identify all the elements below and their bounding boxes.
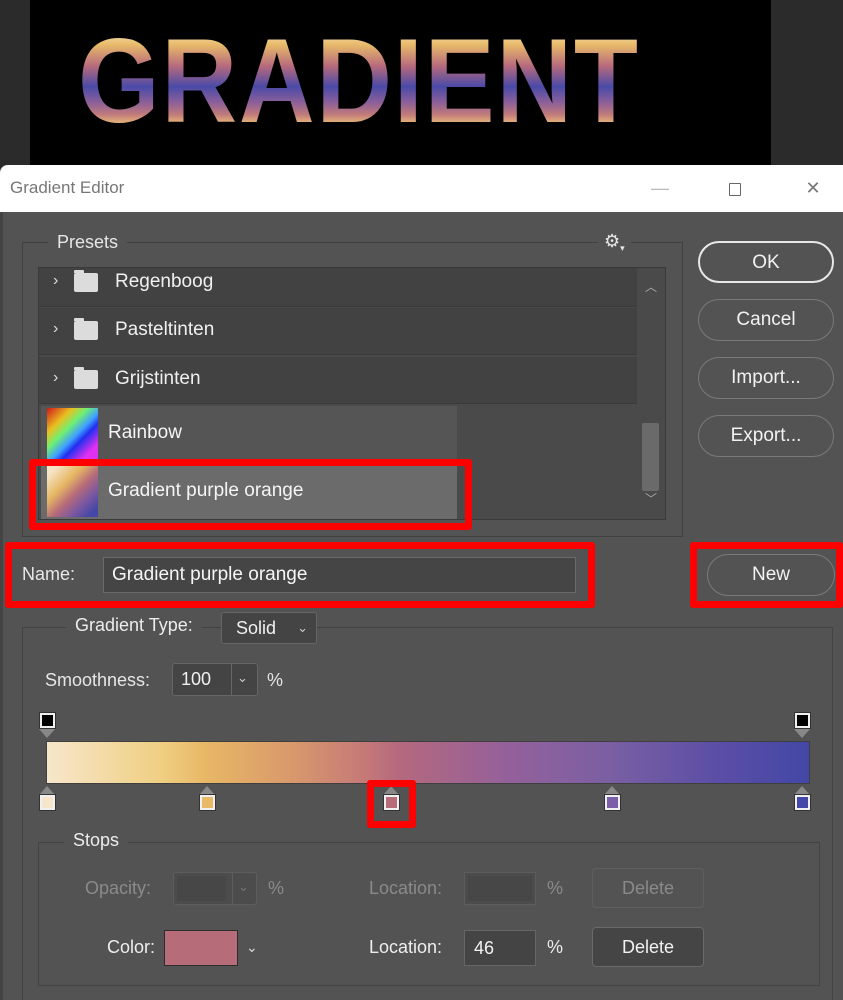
presets-list[interactable]: › Regenboog › Pasteltinten › Grijstinten…: [38, 267, 666, 520]
color-location-label: Location:: [369, 937, 443, 957]
color-stop[interactable]: [604, 794, 621, 811]
chevron-down-icon[interactable]: ⌄: [246, 939, 258, 956]
divider: [231, 664, 232, 695]
opacity-value: [177, 876, 226, 901]
divider: [232, 873, 233, 904]
color-stop[interactable]: [39, 794, 56, 811]
folder-label: Pasteltinten: [115, 319, 215, 340]
color-stop-pointer: [199, 786, 215, 795]
canvas-document: GRADIENT: [30, 0, 771, 165]
folder-icon: [74, 318, 98, 340]
close-icon[interactable]: ✕: [798, 173, 828, 203]
folder-label: Regenboog: [115, 271, 214, 292]
preset-rainbow[interactable]: Rainbow: [41, 406, 457, 462]
preset-gradient-purple-orange[interactable]: Gradient purple orange: [41, 464, 457, 519]
import-button[interactable]: Import...: [698, 357, 834, 399]
smoothness-label: Smoothness:: [45, 670, 151, 690]
opacity-stop-pointer: [794, 729, 810, 738]
folder-icon: [74, 270, 98, 292]
divider: [832, 627, 833, 1000]
opacity-input: ⌄: [173, 872, 257, 905]
color-stop-pointer: [39, 786, 55, 795]
opacity-label: Opacity:: [85, 878, 152, 898]
gradient-type-label: Gradient Type:: [66, 615, 202, 636]
opacity-stop-right[interactable]: [794, 712, 811, 729]
color-stop[interactable]: [199, 794, 216, 811]
gradient-thumbnail: [47, 466, 98, 517]
opacity-stop-pointer: [39, 729, 55, 738]
presets-scrollbar[interactable]: ︿ ﹀: [637, 268, 665, 519]
opacity-location-value: [468, 876, 532, 901]
scrollbar-thumb[interactable]: [642, 423, 659, 491]
presets-label: Presets: [48, 232, 128, 253]
preset-folder-regenboog[interactable]: › Regenboog: [39, 268, 637, 307]
preset-label: Gradient purple orange: [108, 480, 304, 501]
gear-icon: ⚙: [604, 231, 621, 251]
preset-label: Rainbow: [108, 422, 182, 443]
title-bar[interactable]: Gradient Editor — ✕: [0, 165, 843, 212]
gradient-type-select[interactable]: Solid ⌄: [221, 612, 317, 644]
new-button[interactable]: New: [707, 554, 835, 596]
export-button[interactable]: Export...: [698, 415, 834, 457]
color-label: Color:: [107, 937, 156, 957]
chevron-down-icon: ⌄: [297, 620, 308, 635]
opacity-stop-left[interactable]: [39, 712, 56, 729]
presets-settings-button[interactable]: ⚙▾: [598, 231, 631, 254]
chevron-right-icon[interactable]: ›: [53, 369, 58, 387]
color-location-unit: %: [547, 937, 564, 957]
folder-label: Grijstinten: [115, 368, 201, 389]
chevron-down-icon: ⌄: [238, 879, 249, 894]
gradient-preview-bar[interactable]: [46, 741, 810, 784]
ok-button[interactable]: OK: [698, 241, 834, 283]
window-edge: [0, 212, 3, 1000]
folder-icon: [74, 367, 98, 389]
color-stop-pointer: [794, 786, 810, 795]
smoothness-unit: %: [267, 670, 284, 690]
chevron-right-icon[interactable]: ›: [53, 272, 58, 290]
opacity-location-label: Location:: [369, 878, 443, 898]
chevron-down-icon[interactable]: ⌄: [237, 670, 248, 686]
gradient-thumbnail: [47, 408, 98, 459]
chevron-up-icon[interactable]: ︿: [645, 278, 657, 295]
name-label: Name:: [22, 564, 76, 584]
smoothness-value[interactable]: 100: [181, 669, 211, 690]
gradient-type-value: Solid: [236, 618, 277, 638]
gradient-editor-dialog: Gradient Editor — ✕ Presets ⚙▾ › Regenbo…: [0, 165, 843, 1000]
gradient-text-layer: GRADIENT: [78, 21, 680, 141]
preset-folder-grijstinten[interactable]: › Grijstinten: [39, 357, 637, 404]
chevron-down-icon[interactable]: ﹀: [645, 490, 657, 507]
delete-opacity-stop-button: Delete: [592, 868, 704, 908]
opacity-location-input: [464, 872, 536, 905]
opacity-location-unit: %: [547, 878, 564, 898]
window-title: Gradient Editor: [10, 178, 125, 197]
color-location-input[interactable]: 46: [464, 930, 536, 966]
color-stop-pointer: [383, 786, 399, 795]
stops-label: Stops: [64, 830, 129, 851]
caret-down-icon: ▾: [620, 243, 625, 253]
preset-folder-pasteltinten[interactable]: › Pasteltinten: [39, 308, 637, 355]
name-input[interactable]: Gradient purple orange: [103, 557, 576, 593]
color-stop-selected[interactable]: [383, 794, 400, 811]
maximize-icon[interactable]: [720, 173, 750, 203]
minimize-icon[interactable]: —: [645, 173, 675, 203]
smoothness-input[interactable]: 100 ⌄: [172, 663, 258, 696]
color-stop[interactable]: [794, 794, 811, 811]
color-stop-pointer: [604, 786, 620, 795]
cancel-button[interactable]: Cancel: [698, 299, 834, 341]
opacity-unit: %: [268, 878, 285, 898]
delete-color-stop-button[interactable]: Delete: [592, 927, 704, 967]
chevron-right-icon[interactable]: ›: [53, 320, 58, 338]
color-swatch[interactable]: [164, 930, 238, 966]
